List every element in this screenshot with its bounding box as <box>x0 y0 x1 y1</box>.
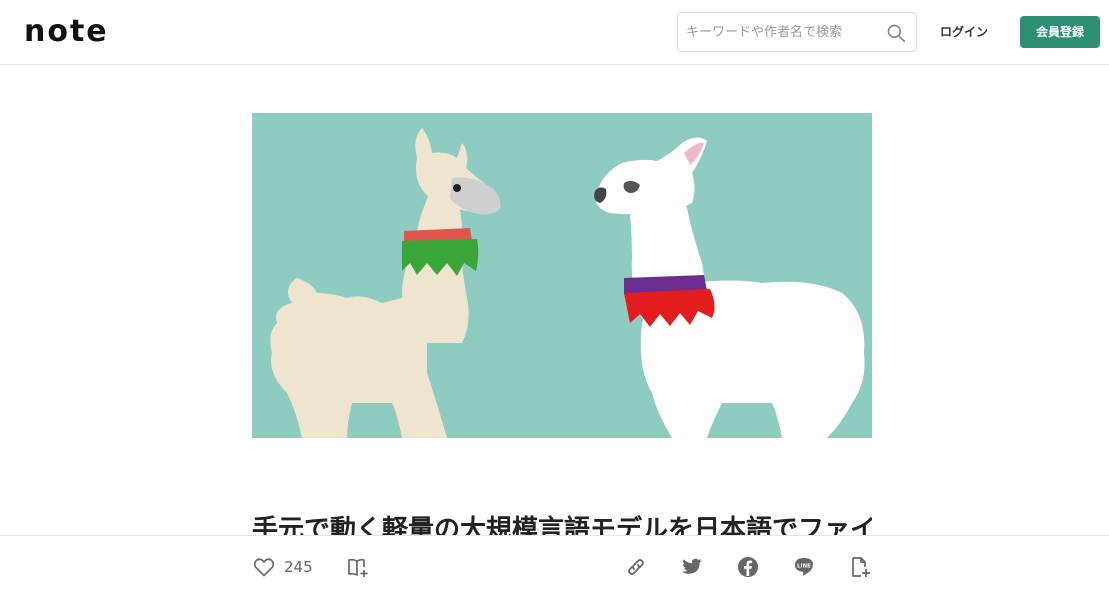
magazine-add-icon[interactable] <box>346 555 372 581</box>
link-icon[interactable] <box>624 555 650 581</box>
site-header: note ログイン 会員登録 <box>0 0 1109 65</box>
login-button[interactable]: ログイン <box>930 16 998 48</box>
facebook-icon[interactable] <box>736 555 762 581</box>
twitter-icon[interactable] <box>680 555 706 581</box>
line-icon[interactable]: LINE <box>792 555 818 581</box>
signup-button[interactable]: 会員登録 <box>1020 16 1100 48</box>
note-logo[interactable]: note <box>24 16 109 48</box>
embed-icon[interactable] <box>848 555 874 581</box>
heart-icon[interactable] <box>252 555 278 581</box>
hero-image-llamas <box>252 113 872 438</box>
search-box <box>677 12 917 52</box>
article-action-bar: 245 LINE <box>0 535 1109 600</box>
search-icon[interactable] <box>886 23 906 43</box>
like-count: 245 <box>284 558 313 576</box>
line-icon-label: LINE <box>797 563 811 569</box>
search-input[interactable] <box>678 13 878 51</box>
